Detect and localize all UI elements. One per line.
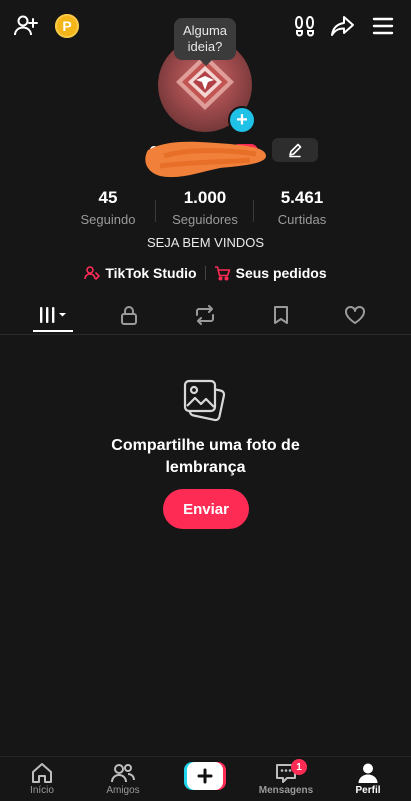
friends-icon [111, 764, 135, 783]
empty-state-message: Compartilhe uma foto de lembrança [0, 435, 411, 479]
lock-icon [121, 306, 137, 325]
nav-home-label: Início [30, 785, 54, 796]
add-avatar-button[interactable]: + [228, 106, 256, 134]
nav-friends-label: Amigos [106, 785, 140, 796]
cart-icon [214, 266, 230, 281]
add-friend-icon[interactable] [12, 12, 40, 40]
stat-likes[interactable]: 5.461 Curtidas [252, 188, 352, 227]
tab-liked[interactable] [335, 302, 375, 328]
coin-icon[interactable]: P [55, 14, 79, 38]
nav-inbox-label: Mensagens [258, 785, 314, 796]
nav-profile[interactable]: Perfil [333, 761, 403, 796]
stat-value: 1.000 [183, 188, 227, 207]
nav-profile-label: Perfil [355, 785, 381, 796]
stat-label: Curtidas [277, 212, 327, 227]
orders-link[interactable]: Seus pedidos [214, 265, 327, 281]
empty-state-line2: lembrança [165, 459, 246, 476]
tab-saved[interactable] [261, 302, 301, 328]
menu-icon[interactable] [369, 12, 397, 40]
edit-profile-button[interactable] [272, 138, 318, 162]
repost-icon [196, 305, 214, 325]
stat-value: 5.461 [280, 188, 324, 207]
stat-label: Seguidores [172, 212, 238, 227]
heart-icon [345, 305, 365, 324]
tab-private[interactable] [109, 302, 149, 328]
grid-icon [40, 307, 66, 323]
upload-button[interactable]: Enviar [163, 489, 249, 529]
stat-label: Seguindo [80, 212, 136, 227]
create-button[interactable] [184, 762, 226, 790]
stat-followers[interactable]: 1.000 Seguidores [155, 188, 255, 227]
home-icon [32, 763, 52, 783]
stat-value: 45 [98, 188, 118, 207]
empty-state-line1: Compartilhe uma foto de [111, 437, 300, 454]
studio-user-icon [84, 266, 101, 280]
create-icon [184, 762, 226, 790]
bookmark-icon [274, 306, 288, 324]
link-separator [204, 266, 206, 280]
tiktok-studio-link[interactable]: TikTok Studio [84, 265, 197, 281]
nav-home[interactable]: Início [7, 761, 77, 796]
footprints-icon[interactable] [291, 12, 319, 40]
avatar-suggestion-tooltip[interactable]: Alguma ideia? [174, 18, 236, 66]
nav-friends[interactable]: Amigos [88, 761, 158, 796]
profile-tabs [0, 298, 411, 335]
profile-icon [358, 763, 378, 783]
active-tab-indicator [33, 330, 73, 332]
profile-links: TikTok Studio Seus pedidos [0, 265, 411, 281]
tiktok-studio-label: TikTok Studio [105, 265, 197, 281]
photo-icon [182, 378, 228, 422]
tab-reposts[interactable] [185, 302, 225, 328]
nav-inbox[interactable]: Mensagens [251, 761, 321, 796]
messages-badge: 1 [291, 759, 307, 775]
profile-bio: SEJA BEM VINDOS [146, 235, 265, 250]
orders-label: Seus pedidos [235, 265, 327, 281]
tab-videos[interactable] [33, 302, 73, 328]
redacted-username [140, 136, 270, 184]
share-icon[interactable] [329, 12, 357, 40]
stat-following[interactable]: 45 Seguindo [58, 188, 158, 227]
